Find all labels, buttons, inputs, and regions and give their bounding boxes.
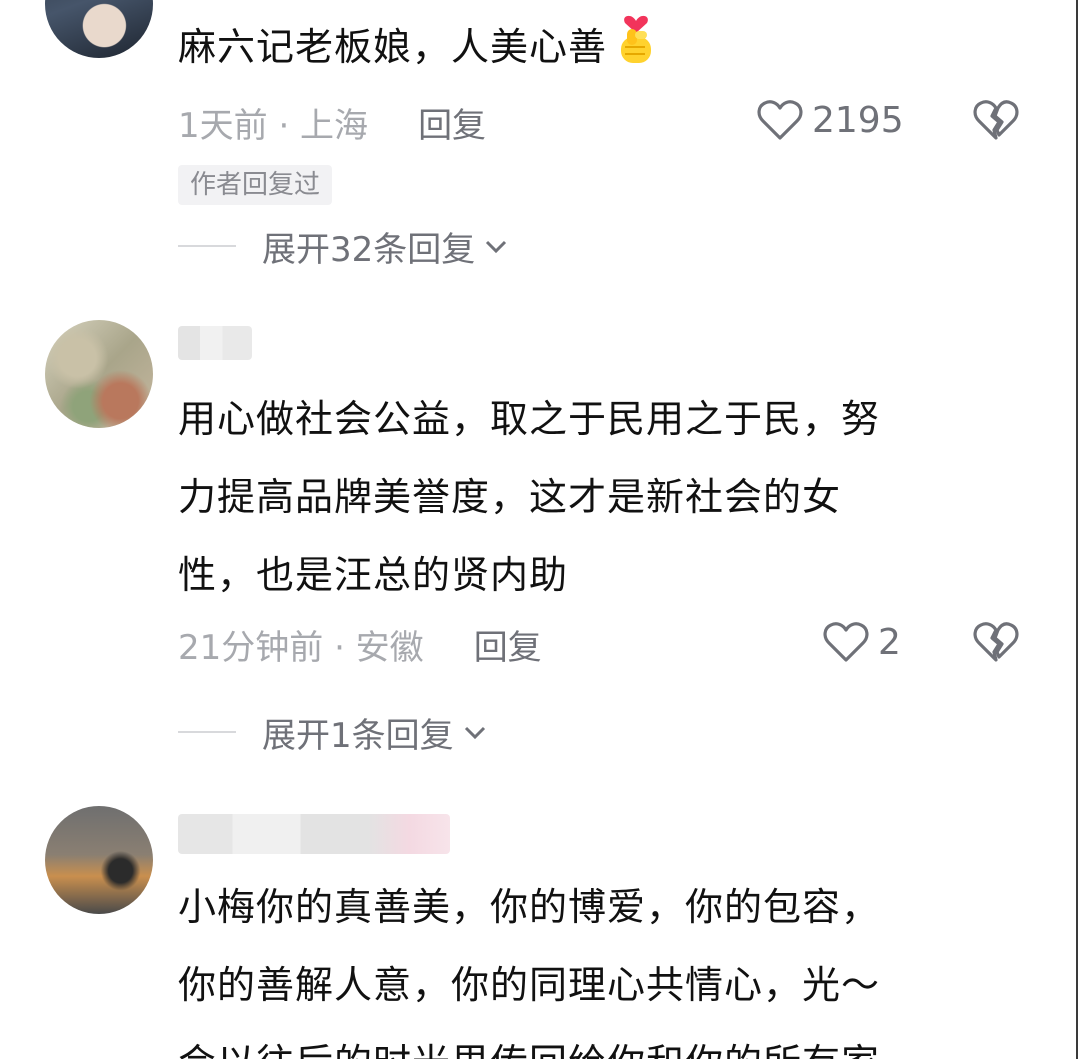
expand-replies-button[interactable]: 展开32条回复 bbox=[178, 224, 511, 270]
chevron-down-icon bbox=[464, 726, 485, 740]
comment-text-line: 会以往后的时光里传回给你和你的所有家 bbox=[178, 1024, 1008, 1059]
username-blurred[interactable] bbox=[178, 814, 450, 854]
broken-heart-icon[interactable] bbox=[972, 620, 1020, 664]
divider-line bbox=[178, 731, 236, 733]
like-button[interactable]: 2 bbox=[822, 620, 901, 664]
username-blurred[interactable] bbox=[178, 326, 252, 360]
like-count: 2195 bbox=[812, 99, 904, 141]
divider-line bbox=[178, 245, 236, 247]
reply-button[interactable]: 回复 bbox=[474, 620, 542, 669]
comment-text: 麻六记老板娘，人美心善 bbox=[178, 8, 1008, 91]
avatar[interactable] bbox=[45, 0, 153, 58]
expand-label: 展开32条回复 bbox=[262, 229, 476, 270]
finger-heart-emoji bbox=[613, 9, 659, 91]
author-replied-badge: 作者回复过 bbox=[178, 165, 333, 205]
reply-button[interactable]: 回复 bbox=[418, 98, 486, 147]
time-location: 21分钟前 · 安徽 bbox=[178, 627, 424, 668]
comment-text-line: 小梅你的真善美，你的博爱，你的包容， bbox=[178, 885, 881, 929]
expand-label: 展开1条回复 bbox=[262, 715, 454, 756]
heart-outline-icon bbox=[757, 100, 803, 140]
like-button[interactable]: 2195 bbox=[756, 98, 904, 142]
comment-meta: 1天前 · 上海 回复 bbox=[178, 98, 486, 147]
like-count: 2 bbox=[878, 621, 901, 663]
chevron-down-icon bbox=[486, 240, 507, 254]
avatar[interactable] bbox=[45, 320, 153, 428]
time-location: 1天前 · 上海 bbox=[178, 105, 369, 146]
comment-meta: 21分钟前 · 安徽 回复 bbox=[178, 620, 542, 669]
expand-replies-button[interactable]: 展开1条回复 bbox=[178, 710, 490, 756]
comment-text: 用心做社会公益，取之于民用之于民，努 力提高品牌美誉度，这才是新社会的女 性，也… bbox=[178, 380, 1008, 614]
avatar[interactable] bbox=[45, 806, 153, 914]
comment-text-line: 你的善解人意，你的同理心共情心，光～ bbox=[178, 963, 881, 1007]
heart-outline-icon bbox=[823, 622, 869, 662]
comment-text-line: 力提高品牌美誉度，这才是新社会的女 bbox=[178, 475, 842, 519]
broken-heart-icon[interactable] bbox=[972, 98, 1020, 142]
comment-text-line: 性，也是汪总的贤内助 bbox=[178, 553, 569, 597]
comment-text: 小梅你的真善美，你的博爱，你的包容， 你的善解人意，你的同理心共情心，光～ 会以… bbox=[178, 868, 1008, 1059]
comment-text-line: 用心做社会公益，取之于民用之于民，努 bbox=[178, 397, 881, 441]
